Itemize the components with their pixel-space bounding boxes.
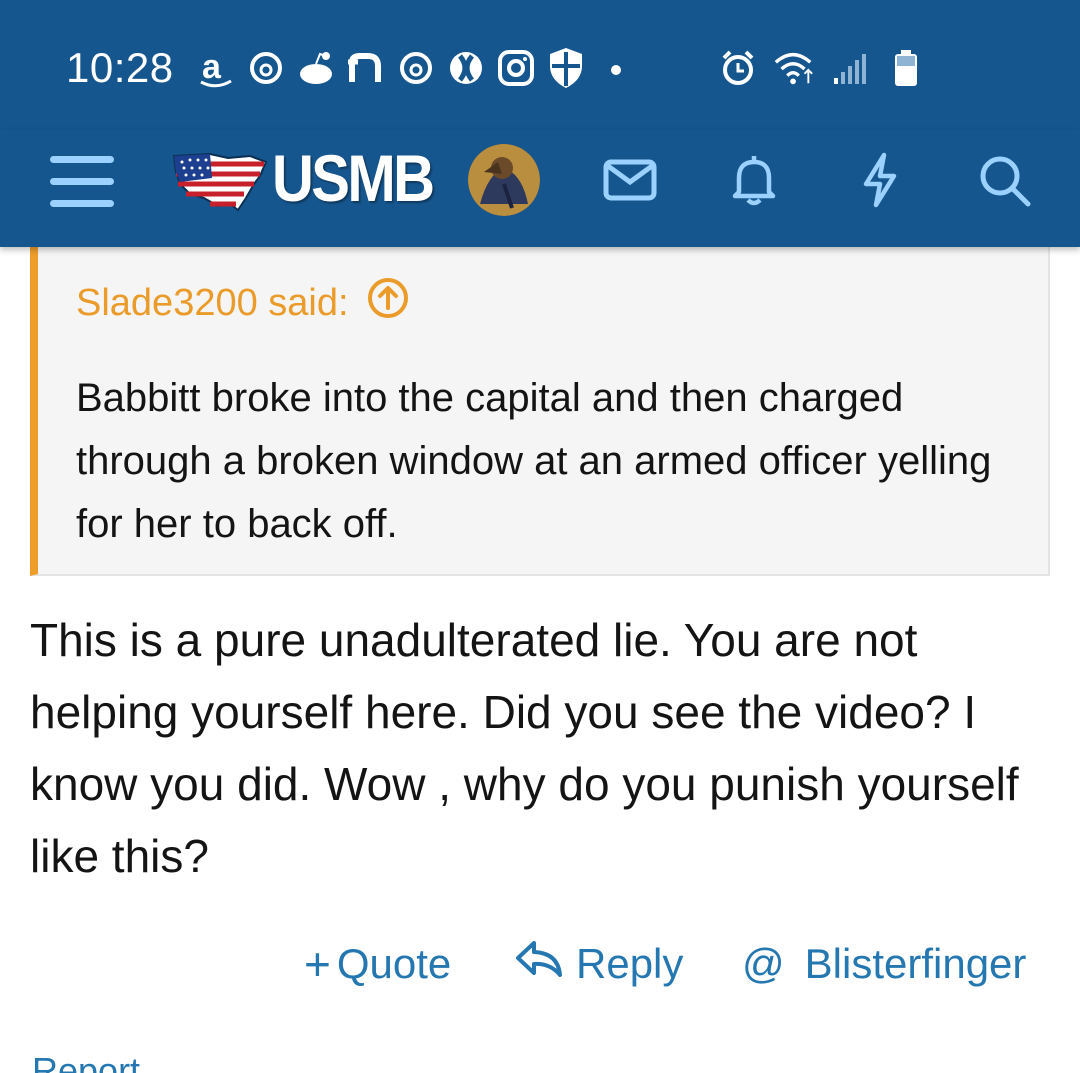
bell-icon[interactable] [722,148,786,212]
report-link[interactable]: Report [32,1050,140,1073]
alarm-icon [716,46,760,90]
battery-icon [884,46,928,90]
status-bar: 10:28 a [0,0,1080,130]
mention-username[interactable]: Blisterfinger [805,940,1027,988]
dot-icon [596,46,636,90]
site-logo-text[interactable]: USMB [272,140,435,216]
amazon-icon: a [196,46,236,90]
quote-action[interactable]: + Quote [304,934,451,994]
quote-block: Slade3200 said: Babbitt broke into the c… [30,247,1050,576]
quote-author[interactable]: Slade3200 said: [76,282,349,325]
opera-icon [446,46,486,90]
user-avatar[interactable] [468,144,540,216]
menu-icon[interactable] [50,152,116,212]
plus-icon: + [304,938,331,990]
n-app-icon [346,46,386,90]
status-system-icons [716,46,928,90]
search-icon[interactable] [972,148,1036,212]
signal-icon [828,46,872,90]
svg-text:a: a [202,48,222,86]
reply-action[interactable]: Reply [514,934,683,994]
us-flag-logo-icon[interactable] [170,148,270,214]
quote-button-label[interactable]: Quote [337,940,451,988]
reply-button-label[interactable]: Reply [576,940,683,988]
at-icon: @ [742,940,785,987]
lightning-icon[interactable] [848,148,912,212]
status-notification-icons: a [196,46,636,90]
shield-icon [546,46,586,90]
threads-icon [396,46,436,90]
app-header: USMB [0,130,1080,247]
status-time: 10:28 [66,44,174,91]
instagram-icon [496,46,536,90]
threads-icon [246,46,286,90]
wifi-icon [772,46,816,90]
quote-text: Babbitt broke into the capital and then … [76,376,992,546]
reddit-icon [296,46,336,90]
mail-icon[interactable] [598,148,662,212]
mention-action[interactable]: @ Blisterfinger [742,934,1026,994]
post-text: This is a pure unadulterated lie. You ar… [30,614,1019,882]
reply-icon [514,937,564,991]
jump-to-quote-icon[interactable] [367,277,409,329]
quote-header[interactable]: Slade3200 said: [76,277,409,329]
